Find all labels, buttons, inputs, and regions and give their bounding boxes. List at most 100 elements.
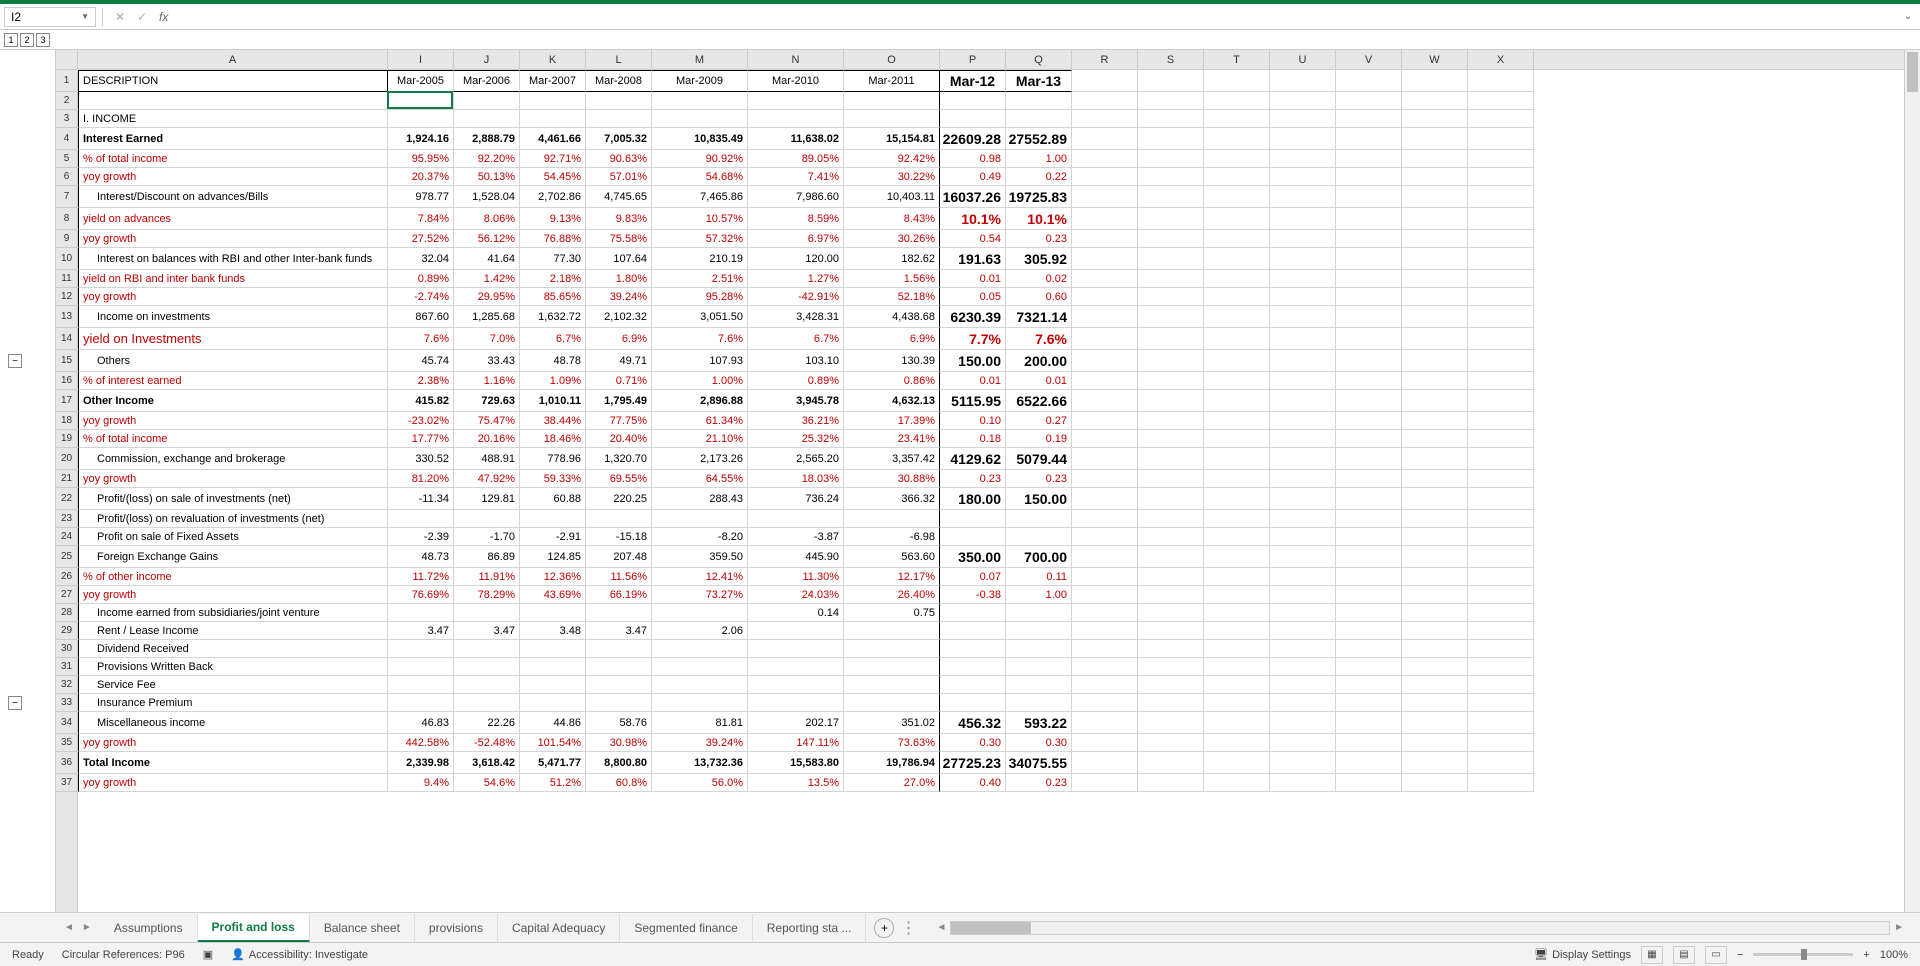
cell[interactable]	[1204, 694, 1270, 712]
cell[interactable]: 350.00	[940, 546, 1006, 568]
cell[interactable]: 0.01	[1006, 372, 1072, 390]
cell[interactable]: 9.13%	[520, 208, 586, 230]
cell[interactable]: 0.89%	[748, 372, 844, 390]
cell[interactable]: 0.14	[748, 604, 844, 622]
cell[interactable]	[1072, 92, 1138, 110]
cell[interactable]: 0.86%	[844, 372, 940, 390]
cell[interactable]	[1468, 150, 1534, 168]
cell[interactable]	[1336, 288, 1402, 306]
cell[interactable]: 202.17	[748, 712, 844, 734]
cell[interactable]: 1.42%	[454, 270, 520, 288]
cell[interactable]: 736.24	[748, 488, 844, 510]
slider-handle[interactable]	[1801, 949, 1807, 960]
cell[interactable]: 2,339.98	[388, 752, 454, 774]
cell[interactable]	[1336, 412, 1402, 430]
cell[interactable]	[1402, 372, 1468, 390]
cell[interactable]: 30.88%	[844, 470, 940, 488]
cell[interactable]	[1336, 622, 1402, 640]
cell[interactable]	[1138, 230, 1204, 248]
cell[interactable]: 33.43	[454, 350, 520, 372]
cell[interactable]	[1138, 372, 1204, 390]
cell[interactable]	[1468, 752, 1534, 774]
cell[interactable]: 0.30	[940, 734, 1006, 752]
page-layout-icon[interactable]: ▤	[1673, 946, 1695, 964]
column-header[interactable]: U	[1270, 50, 1336, 69]
cell[interactable]: 1.80%	[586, 270, 652, 288]
cell[interactable]	[1204, 510, 1270, 528]
cell[interactable]	[1138, 658, 1204, 676]
cell[interactable]	[1336, 328, 1402, 350]
cell[interactable]: 50.13%	[454, 168, 520, 186]
cell[interactable]	[1204, 168, 1270, 186]
cell[interactable]: -11.34	[388, 488, 454, 510]
cell[interactable]: 56.0%	[652, 774, 748, 792]
cell[interactable]: Profit/(loss) on sale of investments (ne…	[78, 488, 388, 510]
cell[interactable]	[1138, 248, 1204, 270]
period-header[interactable]: Mar-12	[940, 70, 1006, 92]
cell[interactable]: 66.19%	[586, 586, 652, 604]
row-header[interactable]: 36	[56, 752, 77, 774]
cell[interactable]: 3.47	[586, 622, 652, 640]
cell[interactable]	[748, 622, 844, 640]
cell[interactable]: 6230.39	[940, 306, 1006, 328]
cell[interactable]	[1138, 128, 1204, 150]
cell[interactable]: 36.21%	[748, 412, 844, 430]
cell[interactable]: Provisions Written Back	[78, 658, 388, 676]
cell[interactable]: 11,638.02	[748, 128, 844, 150]
cell[interactable]	[844, 622, 940, 640]
cell[interactable]	[1270, 712, 1336, 734]
cell[interactable]	[748, 676, 844, 694]
cell[interactable]: 0.40	[940, 774, 1006, 792]
cell[interactable]: Service Fee	[78, 676, 388, 694]
cell[interactable]	[586, 640, 652, 658]
cell[interactable]	[454, 92, 520, 110]
cell[interactable]	[1336, 694, 1402, 712]
cell[interactable]	[1204, 658, 1270, 676]
cell[interactable]: yoy growth	[78, 586, 388, 604]
cell[interactable]: 26.40%	[844, 586, 940, 604]
cell[interactable]	[1336, 306, 1402, 328]
cell[interactable]	[1402, 488, 1468, 510]
cell[interactable]	[1402, 248, 1468, 270]
cell[interactable]: 2,565.20	[748, 448, 844, 470]
cell[interactable]	[1270, 448, 1336, 470]
cell[interactable]	[1468, 270, 1534, 288]
cell[interactable]	[1336, 168, 1402, 186]
cell[interactable]: 78.29%	[454, 586, 520, 604]
sheet-tab[interactable]: Segmented finance	[620, 914, 752, 942]
cell[interactable]	[1336, 248, 1402, 270]
description-header[interactable]: DESCRIPTION	[78, 70, 388, 92]
row-header[interactable]: 27	[56, 586, 77, 604]
cell[interactable]	[1138, 306, 1204, 328]
cell[interactable]	[1402, 70, 1468, 92]
cell[interactable]	[1204, 488, 1270, 510]
cell[interactable]: 39.24%	[586, 288, 652, 306]
cell[interactable]	[1072, 186, 1138, 208]
cell[interactable]: 56.12%	[454, 230, 520, 248]
cell[interactable]	[1402, 658, 1468, 676]
row-header[interactable]: 3	[56, 110, 77, 128]
cell[interactable]: 0.30	[1006, 734, 1072, 752]
cell[interactable]	[1468, 248, 1534, 270]
cell[interactable]: 2.18%	[520, 270, 586, 288]
cell[interactable]: 200.00	[1006, 350, 1072, 372]
cell[interactable]	[1336, 640, 1402, 658]
cell[interactable]: 19725.83	[1006, 186, 1072, 208]
cell[interactable]: 34075.55	[1006, 752, 1072, 774]
cell[interactable]: 95.28%	[652, 288, 748, 306]
cell[interactable]: 0.60	[1006, 288, 1072, 306]
cell[interactable]	[844, 92, 940, 110]
cell[interactable]	[1204, 470, 1270, 488]
cell[interactable]: 867.60	[388, 306, 454, 328]
cell[interactable]	[1204, 186, 1270, 208]
column-header[interactable]: W	[1402, 50, 1468, 69]
cell[interactable]: 415.82	[388, 390, 454, 412]
cell[interactable]: 0.75	[844, 604, 940, 622]
cell[interactable]: yoy growth	[78, 288, 388, 306]
row-header[interactable]: 24	[56, 528, 77, 546]
cell[interactable]	[1468, 676, 1534, 694]
cell[interactable]	[1402, 306, 1468, 328]
cell[interactable]	[1006, 528, 1072, 546]
cell[interactable]	[1072, 546, 1138, 568]
row-header[interactable]: 18	[56, 412, 77, 430]
